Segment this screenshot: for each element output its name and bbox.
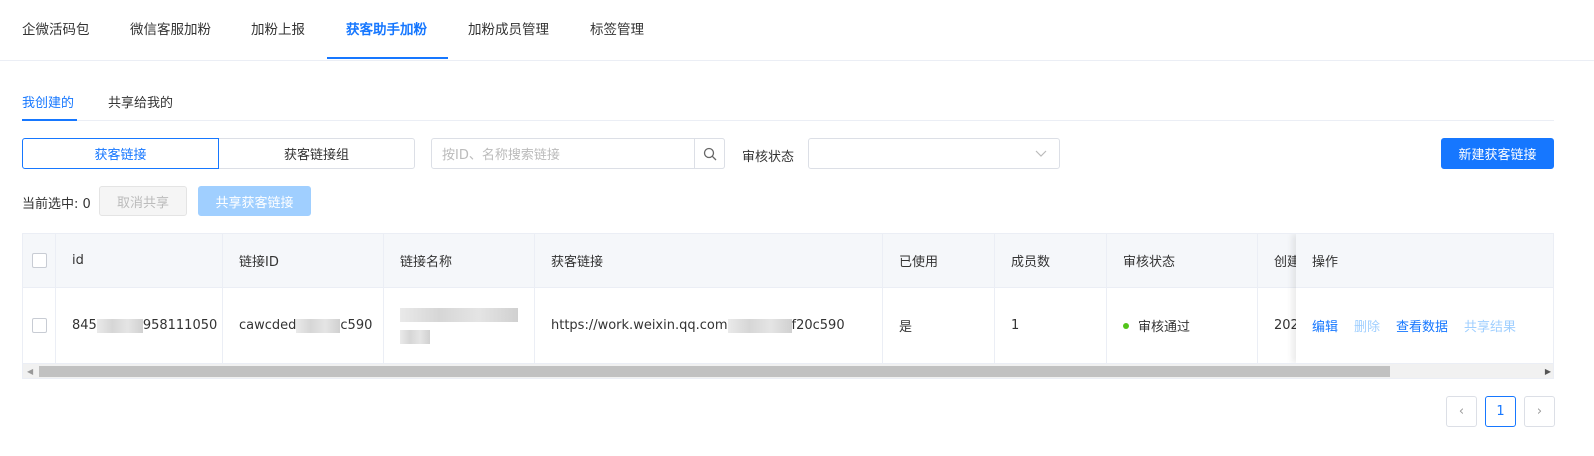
header-members: 成员数 [995,234,1107,288]
scroll-right-icon[interactable]: ▶ [1545,367,1551,376]
cell-used: 是 [883,288,995,363]
cell-status: 审核通过 [1107,288,1258,363]
link-id-prefix: cawcded [239,318,297,333]
view-data-link[interactable]: 查看数据 [1396,316,1448,335]
row-checkbox[interactable] [32,318,47,333]
edit-link[interactable]: 编辑 [1312,316,1338,335]
header-status: 审核状态 [1107,234,1258,288]
cell-url: https://work.weixin.qq.com f20c590 [535,288,883,363]
url-suffix: f20c590 [791,318,845,333]
scrollbar-thumb[interactable] [39,366,1390,377]
status-filter-select[interactable] [808,138,1060,169]
search-icon [703,147,716,160]
cell-actions: 编辑 删除 查看数据 共享结果 [1296,288,1553,363]
tab-member-manage[interactable]: 加粉成员管理 [468,18,549,38]
id-suffix: 958111050 [142,318,218,333]
tab-customer-assistant[interactable]: 获客助手加粉 [346,18,427,38]
tab-wechat-service[interactable]: 微信客服加粉 [130,18,211,38]
header-id: id [56,234,223,288]
new-link-button[interactable]: 新建获客链接 [1441,138,1554,169]
id-prefix: 845 [72,318,97,333]
scroll-left-icon[interactable]: ◀ [27,367,33,376]
header-link-id: 链接ID [223,234,384,288]
segment-link[interactable]: 获客链接 [22,138,219,169]
next-page-button[interactable]: › [1524,396,1555,427]
redacted [296,318,341,333]
fixed-actions-column: 操作 编辑 删除 查看数据 共享结果 [1296,234,1553,363]
header-checkbox-cell [23,234,56,288]
subtab-indicator [22,119,77,121]
cancel-share-button[interactable]: 取消共享 [99,186,187,216]
header-url: 获客链接 [535,234,883,288]
select-all-checkbox[interactable] [32,253,47,268]
links-table: id 链接ID 链接名称 获客链接 已使用 成员数 审核状态 创建 845 958… [22,233,1554,379]
chevron-down-icon [1035,150,1047,157]
status-text: 审核通过 [1138,320,1191,335]
divider [22,120,1554,121]
prev-page-button[interactable]: ‹ [1446,396,1477,427]
row-checkbox-cell [23,288,56,363]
active-tab-indicator [327,57,448,59]
segment-link-group[interactable]: 获客链接组 [218,138,415,169]
top-nav: 企微活码包 微信客服加粉 加粉上报 获客助手加粉 加粉成员管理 标签管理 [0,0,1594,61]
cell-id: 845 958111050 [56,288,223,363]
search-button[interactable] [694,138,725,169]
status-filter-label: 审核状态 [742,150,795,165]
link-id-suffix: c590 [340,318,373,333]
delete-link[interactable]: 删除 [1354,316,1380,335]
redacted [727,318,792,333]
cell-link-name [384,288,535,363]
header-link-name: 链接名称 [384,234,535,288]
share-result-link[interactable]: 共享结果 [1464,316,1516,335]
page-1-button[interactable]: 1 [1485,396,1516,427]
search-placeholder: 按ID、名称搜索链接 [442,148,560,163]
status-dot-icon [1123,322,1129,329]
share-link-button[interactable]: 共享获客链接 [198,186,311,216]
subtab-shared-with-me[interactable]: 共享给我的 [108,92,173,111]
cell-link-id: cawcded c590 [223,288,384,363]
tab-report[interactable]: 加粉上报 [251,18,305,38]
selected-count: 当前选中: 0 [22,197,91,212]
tab-qiwei-code[interactable]: 企微活码包 [22,18,90,38]
tab-tag-manage[interactable]: 标签管理 [590,18,644,38]
redacted [96,318,143,333]
redacted-name [400,329,430,344]
search-input[interactable]: 按ID、名称搜索链接 [431,138,725,169]
subtab-created-by-me[interactable]: 我创建的 [22,92,74,111]
chevron-right-icon: › [1536,404,1543,419]
chevron-left-icon: ‹ [1458,404,1465,419]
redacted-name [400,307,518,322]
horizontal-scrollbar[interactable]: ◀ ▶ [23,363,1553,378]
url-prefix[interactable]: https://work.weixin.qq.com [551,318,728,333]
header-actions: 操作 [1296,234,1553,288]
cell-members: 1 [995,288,1107,363]
header-used: 已使用 [883,234,995,288]
